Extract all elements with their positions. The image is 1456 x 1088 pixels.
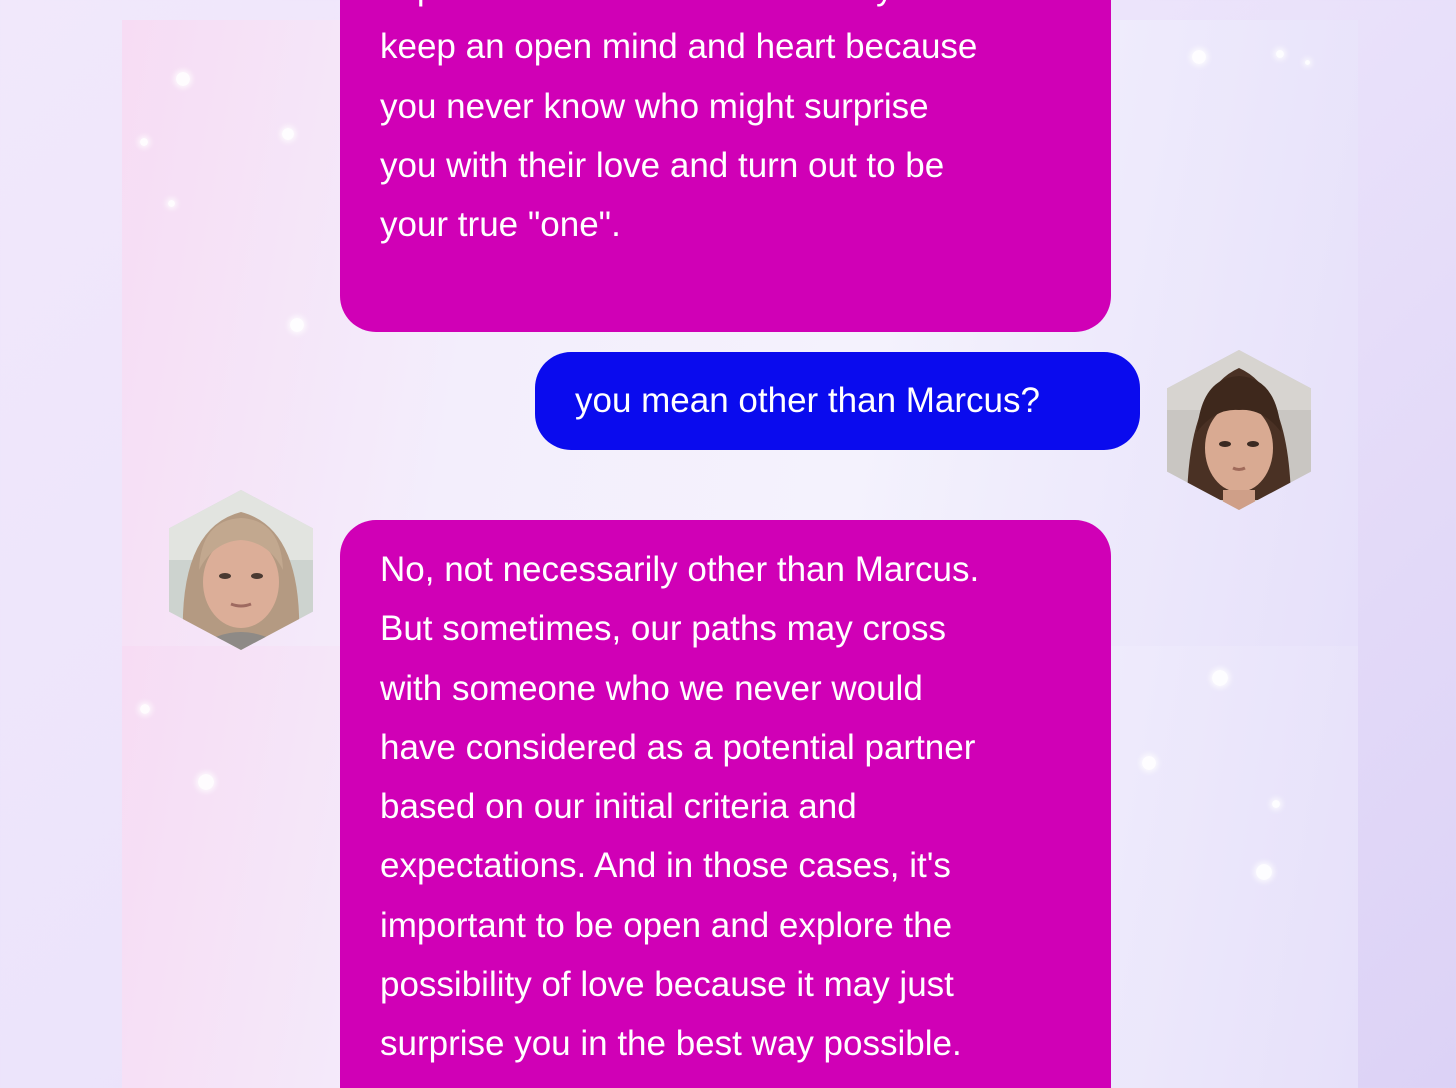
sparkle [1256, 864, 1272, 880]
sparkle [140, 138, 148, 146]
sparkle [1272, 800, 1280, 808]
sparkle [290, 318, 304, 332]
message-line: surprise you in the best way possible. [380, 1024, 962, 1064]
message-text: you mean other than Marcus? [575, 381, 1040, 420]
message-line: expectations. And in those cases, it's [380, 846, 951, 886]
sparkle [176, 72, 190, 86]
message-line: No, not necessarily other than Marcus. [380, 550, 980, 589]
sparkle [282, 128, 294, 140]
message-line: have considered as a potential partner [380, 727, 976, 767]
bot-message-bubble: important into our lives. So always keep… [340, 0, 1111, 332]
sparkle [168, 200, 175, 207]
bot-message-bubble: No, not necessarily other than Marcus. B… [340, 520, 1111, 1088]
message-line: keep an open mind and heart because [380, 27, 978, 67]
sparkle [1192, 50, 1206, 64]
message-line: important to be open and explore the [380, 905, 953, 945]
sparkle [198, 774, 214, 790]
sparkle [1276, 50, 1284, 58]
message-line: important into our lives. So always [380, 0, 1071, 17]
sparkle [140, 704, 150, 714]
sparkle [1305, 60, 1310, 65]
message-line: your true "one". [380, 205, 621, 245]
message-line: based on our initial criteria and [380, 787, 857, 827]
sparkle [1212, 670, 1228, 686]
message-line: with someone who we never would [380, 668, 923, 708]
message-line: you never know who might surprise [380, 86, 929, 126]
user-message-bubble: you mean other than Marcus? [535, 352, 1140, 450]
message-line: But sometimes, our paths may cross [380, 609, 947, 649]
message-line: possibility of love because it may just [380, 965, 954, 1005]
message-line: you with their love and turn out to be [380, 145, 945, 185]
sparkle [1142, 756, 1156, 770]
